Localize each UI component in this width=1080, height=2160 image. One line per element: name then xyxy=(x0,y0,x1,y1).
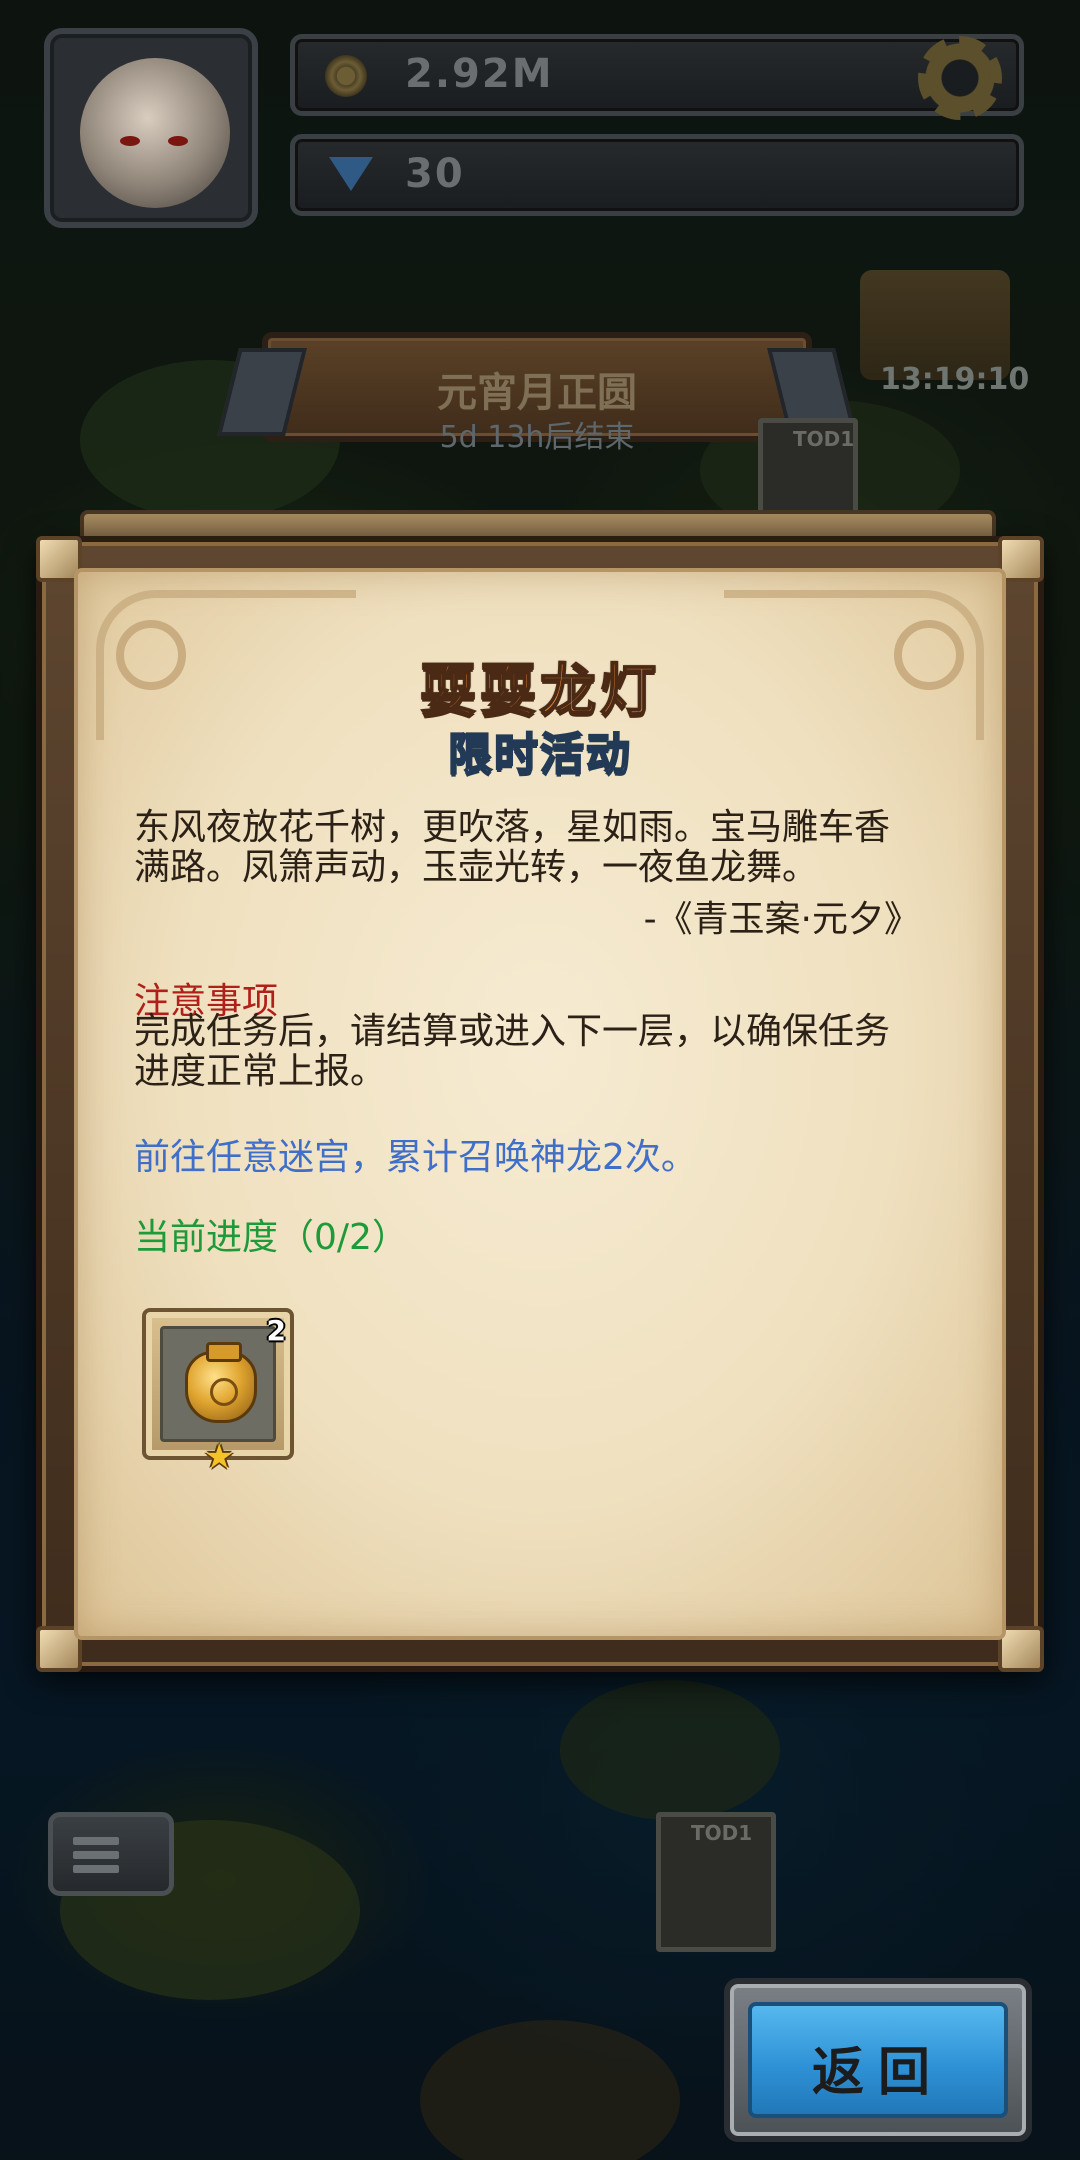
back-button-label: 返回 xyxy=(811,2043,944,2103)
reward-count: 2 xyxy=(266,1314,286,1347)
gear-icon[interactable] xyxy=(912,30,1008,126)
coin-icon xyxy=(325,55,367,97)
reward-item-slot[interactable]: 2 ★ xyxy=(142,1308,294,1474)
star-icon: ★ xyxy=(204,1437,235,1477)
menu-button[interactable] xyxy=(48,1812,174,1896)
gems-bar[interactable]: 30 xyxy=(290,134,1024,216)
gem-icon xyxy=(329,157,373,191)
back-button-face: 返回 xyxy=(748,2002,1008,2118)
golden-urn-icon xyxy=(185,1342,257,1423)
dialog-subtitle: 限时活动 xyxy=(447,728,632,781)
reward-item-background xyxy=(160,1326,276,1442)
gems-value: 30 xyxy=(405,151,465,197)
poem-source: -《青玉案·元夕》 xyxy=(643,899,920,940)
task-progress: 当前进度（0/2） xyxy=(134,1217,408,1258)
map-level-badge[interactable]: TOD1 xyxy=(656,1812,776,1952)
notice-body: 完成任务后，请结算或进入下一层，以确保任务进度正常上报。 xyxy=(134,1011,891,1092)
map-level-badge-label: TOD1 xyxy=(793,427,855,451)
dialog-title: 耍耍龙灯 xyxy=(419,658,660,725)
avatar-face xyxy=(80,58,230,208)
event-poem: 东风夜放花千树，更吹落，星如雨。宝马雕车香满路。凤箫声动，玉壶光转，一夜鱼龙舞。 xyxy=(134,807,891,888)
event-banner-title: 元宵月正圆 xyxy=(437,370,637,416)
event-countdown: 5d 13h后结束 xyxy=(439,420,635,455)
map-level-badge-label: TOD1 xyxy=(691,1821,753,1845)
player-avatar[interactable] xyxy=(44,28,258,228)
menu-icon xyxy=(73,1837,119,1879)
task-description: 前往任意迷宫，累计召唤神龙2次。 xyxy=(134,1137,697,1178)
chest-timer: 13:19:10 xyxy=(880,362,1030,397)
coins-value: 2.92M xyxy=(405,51,554,97)
back-button[interactable]: 返回 xyxy=(724,1978,1032,2142)
